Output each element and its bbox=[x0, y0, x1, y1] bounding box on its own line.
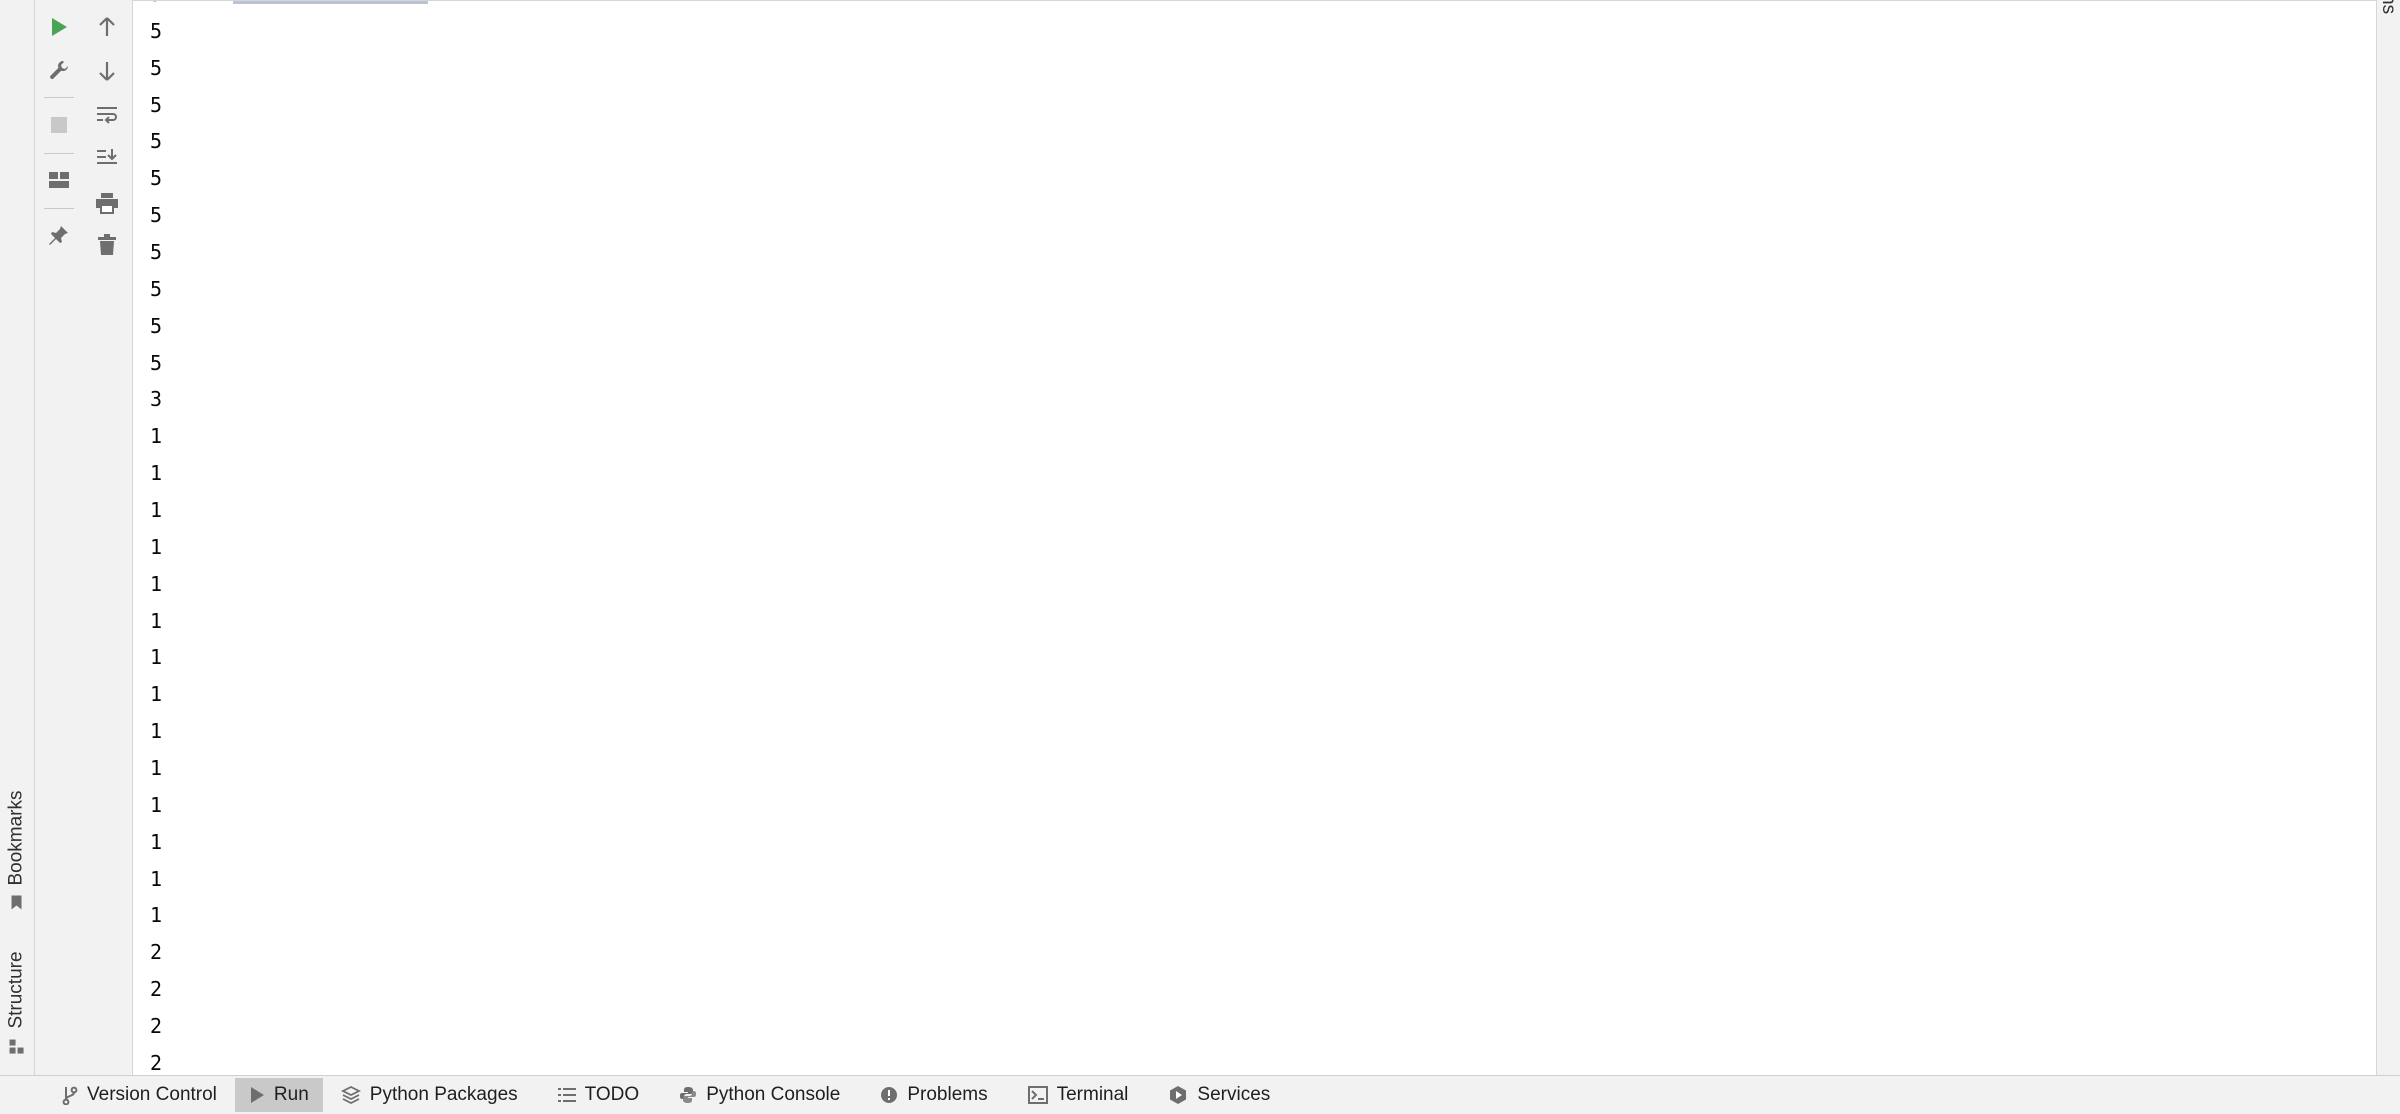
toolbar-separator bbox=[43, 97, 74, 98]
soft-wrap-icon bbox=[97, 107, 117, 124]
console-toolbar bbox=[82, 0, 133, 1075]
tab-label: Python Console bbox=[706, 1084, 841, 1105]
play-icon bbox=[250, 1087, 264, 1103]
bookmarks-tab[interactable]: Bookmarks bbox=[0, 780, 34, 920]
soft-wrap-button[interactable] bbox=[90, 98, 124, 132]
arrow-up-icon bbox=[99, 17, 115, 36]
warning-icon bbox=[881, 1087, 898, 1103]
bookmarks-label: Bookmarks bbox=[6, 790, 27, 886]
console-line: 1 bbox=[150, 571, 163, 596]
scroll-to-end-button[interactable] bbox=[90, 140, 124, 174]
console-line: 2 bbox=[150, 1050, 163, 1075]
structure-icon bbox=[10, 1039, 24, 1054]
structure-tab[interactable]: Structure bbox=[0, 945, 34, 1060]
pin-icon bbox=[48, 226, 68, 245]
tab-label: TODO bbox=[584, 1084, 640, 1105]
right-tool-label[interactable]: ns bbox=[2377, 0, 2399, 14]
toolbar-separator bbox=[43, 153, 74, 154]
bookmark-icon bbox=[12, 895, 22, 910]
rerun-button[interactable] bbox=[42, 10, 76, 44]
console-line: 5 bbox=[150, 313, 163, 338]
console-line: 5 bbox=[150, 276, 163, 301]
tab-label: Version Control bbox=[87, 1084, 217, 1105]
console-line: 5 bbox=[150, 92, 163, 117]
branch-icon bbox=[62, 1086, 78, 1105]
left-tool-strip: Bookmarks Structure bbox=[0, 0, 35, 1075]
scroll-up-button[interactable] bbox=[90, 10, 124, 44]
print-button[interactable] bbox=[90, 186, 124, 220]
console-line: 1 bbox=[150, 461, 163, 486]
console-line: 2 bbox=[150, 1014, 163, 1039]
console-line: 5 bbox=[150, 240, 163, 265]
console-line: 1 bbox=[150, 424, 163, 449]
tab-run[interactable]: Run bbox=[234, 1078, 323, 1112]
list-icon bbox=[557, 1088, 576, 1102]
tab-terminal[interactable]: Terminal bbox=[1014, 1078, 1143, 1112]
run-toolbar bbox=[35, 0, 82, 1075]
tab-label: Problems bbox=[907, 1084, 988, 1105]
pin-button[interactable] bbox=[42, 218, 76, 252]
selected-tab-indicator bbox=[233, 1, 428, 4]
terminal-icon bbox=[1027, 1086, 1048, 1104]
print-icon bbox=[96, 193, 118, 214]
console-lines: 5 5 5 5 5 5 5 5 5 5 5 3 1 1 1 1 1 1 1 1 1 1 1 1 1 1 2 2 2 2 bbox=[150, 1, 163, 1076]
console-line: 1 bbox=[150, 608, 163, 633]
console-line: 1 bbox=[150, 534, 163, 559]
right-tool-strip: ns bbox=[2376, 0, 2400, 1075]
scroll-to-end-icon bbox=[97, 149, 117, 164]
arrow-down-icon bbox=[99, 62, 115, 81]
clear-all-button[interactable] bbox=[90, 228, 124, 262]
console-line: 2 bbox=[150, 977, 163, 1002]
tab-problems[interactable]: Problems bbox=[866, 1078, 1001, 1112]
tab-services[interactable]: Services bbox=[1154, 1078, 1284, 1112]
console-line: 1 bbox=[150, 792, 163, 817]
structure-label: Structure bbox=[6, 950, 27, 1029]
bottom-tool-bar: Version Control Run Python Packages TODO… bbox=[0, 1075, 2400, 1114]
tab-todo[interactable]: TODO bbox=[544, 1078, 654, 1112]
tab-label: Services bbox=[1197, 1084, 1271, 1105]
layers-icon bbox=[340, 1085, 361, 1105]
console-line: 1 bbox=[150, 829, 163, 854]
tab-version-control[interactable]: Version Control bbox=[48, 1078, 231, 1112]
tab-label: Python Packages bbox=[369, 1084, 518, 1105]
console-line: 1 bbox=[150, 866, 163, 891]
console-line: 1 bbox=[150, 645, 163, 670]
console-line: 5 bbox=[150, 18, 163, 43]
stop-icon bbox=[50, 117, 67, 133]
layout-icon bbox=[48, 172, 69, 188]
tab-label: Terminal bbox=[1056, 1084, 1129, 1105]
console-line: 1 bbox=[150, 719, 163, 744]
console-line: 1 bbox=[150, 903, 163, 928]
console-line: 3 bbox=[150, 387, 163, 412]
console-line: 5 bbox=[150, 350, 163, 375]
stop-button[interactable] bbox=[42, 108, 76, 142]
console-line: 2 bbox=[150, 940, 163, 965]
wrench-icon bbox=[49, 61, 68, 79]
services-icon bbox=[1170, 1086, 1187, 1104]
tab-python-console[interactable]: Python Console bbox=[665, 1078, 854, 1112]
console-line: 5 bbox=[150, 129, 163, 154]
edit-config-button[interactable] bbox=[42, 53, 76, 87]
console-line: 1 bbox=[150, 498, 163, 523]
rerun-icon bbox=[51, 18, 67, 36]
console-line: 5 bbox=[150, 166, 163, 191]
python-icon bbox=[680, 1087, 697, 1103]
console-output[interactable]: 5 5 5 5 5 5 5 5 5 5 5 3 1 1 1 1 1 1 1 1 1 1 1 1 1 1 2 2 2 2 bbox=[133, 0, 2376, 1076]
tab-python-packages[interactable]: Python Packages bbox=[327, 1078, 532, 1112]
console-line: 5 bbox=[150, 203, 163, 228]
console-line: 1 bbox=[150, 682, 163, 707]
toolbar-separator bbox=[43, 208, 74, 209]
trash-icon bbox=[98, 234, 116, 255]
console-line: 5 bbox=[150, 55, 163, 80]
console-line: 5 bbox=[150, 1, 162, 13]
ide-window: Bookmarks Structure 5 5 5 5 5 5 5 5 5 5 … bbox=[0, 0, 2400, 1114]
layout-button[interactable] bbox=[42, 163, 76, 197]
console-line: 1 bbox=[150, 756, 163, 781]
tab-label: Run bbox=[273, 1084, 309, 1105]
scroll-down-button[interactable] bbox=[90, 54, 124, 88]
